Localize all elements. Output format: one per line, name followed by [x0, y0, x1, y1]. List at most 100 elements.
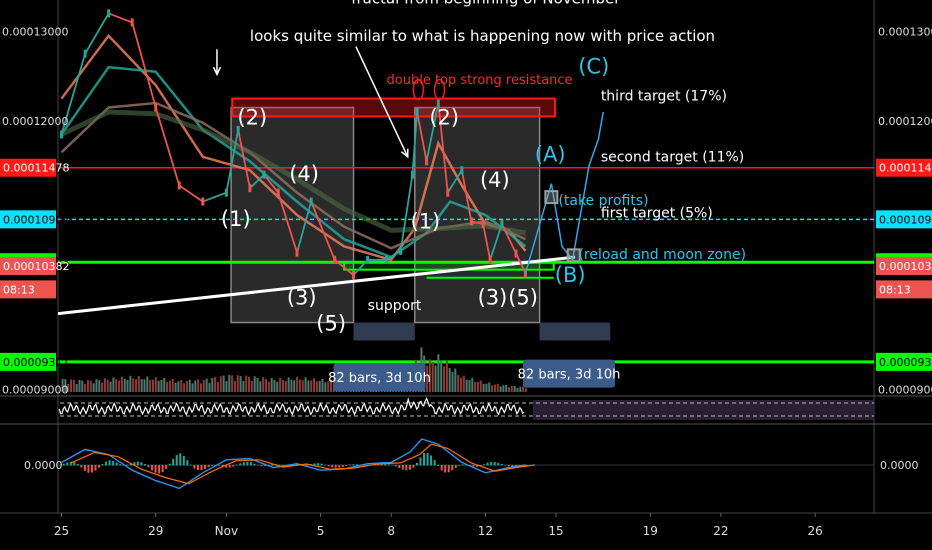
price-tick-label-left: 0.00012000 [2, 115, 68, 128]
volume-bar [476, 381, 479, 392]
price-candle[interactable] [446, 188, 450, 197]
price-candle[interactable] [107, 9, 111, 18]
chart-annotation-text: second target (11%) [601, 149, 744, 165]
price-tick-label-left: 0.00013000 [2, 25, 68, 38]
price-candle[interactable] [399, 246, 403, 255]
price-tick-label-right: 0.00013000 [878, 25, 932, 38]
macd-histogram-bar [136, 461, 139, 466]
volume-bar [118, 380, 121, 392]
macd-histogram-bar [405, 465, 408, 471]
price-candle[interactable] [276, 188, 280, 197]
bar-range-box-1[interactable] [353, 322, 415, 341]
volume-bar [270, 378, 273, 392]
macd-histogram-bar [246, 461, 249, 466]
price-candle[interactable] [201, 197, 205, 206]
volume-bar [146, 376, 149, 392]
price-candle[interactable] [224, 188, 228, 197]
macd-histogram-bar [235, 464, 238, 466]
volume-bar [126, 379, 129, 392]
price-candle[interactable] [130, 18, 134, 27]
volume-bar [313, 378, 316, 392]
price-candle[interactable] [333, 255, 337, 264]
price-candle[interactable] [295, 248, 299, 257]
price-candle[interactable] [410, 170, 414, 179]
macd-histogram-bar [62, 463, 65, 466]
macd-histogram-bar [228, 465, 231, 468]
macd-histogram-bar [207, 465, 210, 468]
volume-bar [281, 379, 284, 392]
macd-histogram-bar [90, 465, 93, 473]
macd-histogram-bar [108, 460, 111, 466]
price-candle[interactable] [385, 255, 389, 264]
price-candle[interactable] [469, 217, 473, 226]
volume-bar [488, 382, 491, 392]
volume-bar [431, 361, 434, 392]
volume-bar [219, 376, 222, 392]
wave-label: (2) [429, 106, 459, 130]
macd-histogram-bar [115, 462, 118, 466]
price-tick-label-right: 0.00009000 [878, 384, 932, 397]
price-candle[interactable] [177, 181, 181, 190]
macd-histogram-bar [165, 465, 168, 469]
volume-bar [143, 379, 146, 392]
chart-annotation-text: first target (5%) [601, 206, 713, 222]
volume-bar [236, 375, 239, 392]
price-badge-label-left: 08:13 [3, 283, 35, 296]
price-candle[interactable] [460, 166, 464, 175]
price-candle[interactable] [352, 271, 356, 280]
macd-histogram-bar [415, 462, 418, 466]
wave-label: (5) [508, 286, 538, 310]
target-marker-1[interactable] [544, 190, 559, 205]
macd-histogram-bar [387, 464, 390, 466]
price-candle[interactable] [500, 219, 504, 228]
trading-chart[interactable]: (2)(4)(1)(3)(5)(2)(4)(1)(3)(5)(A)(B)(C)f… [0, 0, 932, 550]
volume-bar [276, 381, 279, 392]
price-candle[interactable] [481, 219, 485, 228]
price-candle[interactable] [415, 107, 419, 116]
price-candle[interactable] [309, 197, 313, 206]
price-candle[interactable] [248, 184, 252, 193]
price-badge-label-left: 0.00010382 [3, 260, 69, 273]
macd-histogram-bar [204, 465, 207, 469]
price-candle[interactable] [488, 255, 492, 264]
macd-histogram-bar [433, 460, 436, 466]
wave-label: (5) [316, 312, 346, 336]
macd-histogram-bar [196, 465, 199, 471]
volume-bar [78, 379, 81, 392]
volume-bar [101, 382, 104, 392]
chart-annotation-text: double top strong resistance [387, 73, 573, 88]
volume-bar [248, 376, 251, 392]
volume-bar [200, 383, 203, 392]
wave-label: (4) [480, 168, 510, 192]
volume-bar [279, 377, 282, 392]
macd-histogram-bar [154, 465, 157, 473]
price-candle[interactable] [425, 157, 429, 166]
resistance-box[interactable] [231, 97, 556, 118]
volume-bar [168, 380, 171, 392]
volume-bar [160, 380, 163, 392]
price-candle[interactable] [83, 49, 87, 58]
price-candle[interactable] [514, 249, 518, 258]
volume-bar [262, 377, 265, 392]
volume-bar [154, 377, 157, 392]
macd-histogram-bar [317, 463, 320, 466]
price-candle[interactable] [154, 103, 158, 112]
price-candle[interactable] [262, 170, 266, 179]
wave-label: (1) [221, 207, 251, 231]
volume-bar [103, 378, 106, 392]
macd-histogram-bar [500, 464, 503, 466]
volume-bar [508, 387, 511, 392]
price-candle[interactable] [366, 255, 370, 264]
bar-range-box-2[interactable] [539, 322, 611, 341]
price-tick-label-left: 0.00009000 [2, 384, 68, 397]
volume-bar [180, 379, 183, 392]
volume-bar [151, 379, 154, 392]
macd-histogram-bar [76, 464, 79, 466]
macd-histogram-bar [324, 464, 327, 466]
volume-bar [485, 383, 488, 392]
volume-bar [211, 378, 214, 392]
price-candle[interactable] [60, 130, 64, 139]
volume-bar [516, 387, 519, 392]
volume-bar [92, 383, 95, 392]
volume-bar [233, 380, 236, 392]
